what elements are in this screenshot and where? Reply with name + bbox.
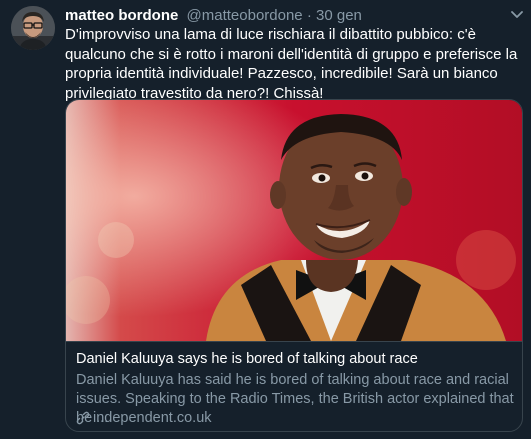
chevron-down-icon	[511, 11, 523, 18]
card-title[interactable]: Daniel Kaluuya says he is bored of talki…	[76, 350, 418, 369]
link-icon	[76, 411, 90, 430]
author-name[interactable]: matteo bordone	[65, 7, 178, 24]
tweet[interactable]: matteo bordone @matteobordone · 30 gen D…	[0, 0, 531, 439]
card-domain-text: independent.co.uk	[93, 410, 212, 426]
card-domain[interactable]: independent.co.uk	[76, 409, 212, 427]
tweet-date[interactable]: 30 gen	[316, 7, 362, 24]
card-photo	[66, 100, 522, 341]
tweet-header: matteo bordone @matteobordone · 30 gen	[65, 6, 362, 26]
header-separator: ·	[306, 7, 312, 24]
author-handle[interactable]: @matteobordone	[187, 7, 303, 24]
card-body[interactable]: Daniel Kaluuya says he is bored of talki…	[66, 341, 522, 431]
author-avatar[interactable]	[11, 6, 55, 50]
tweet-menu-button[interactable]	[508, 8, 526, 22]
user-avatar-icon	[11, 6, 55, 50]
card-image[interactable]	[66, 100, 522, 341]
link-card[interactable]: Daniel Kaluuya says he is bored of talki…	[65, 99, 523, 432]
tweet-text: D'improvviso una lama di luce rischiara …	[65, 26, 518, 102]
